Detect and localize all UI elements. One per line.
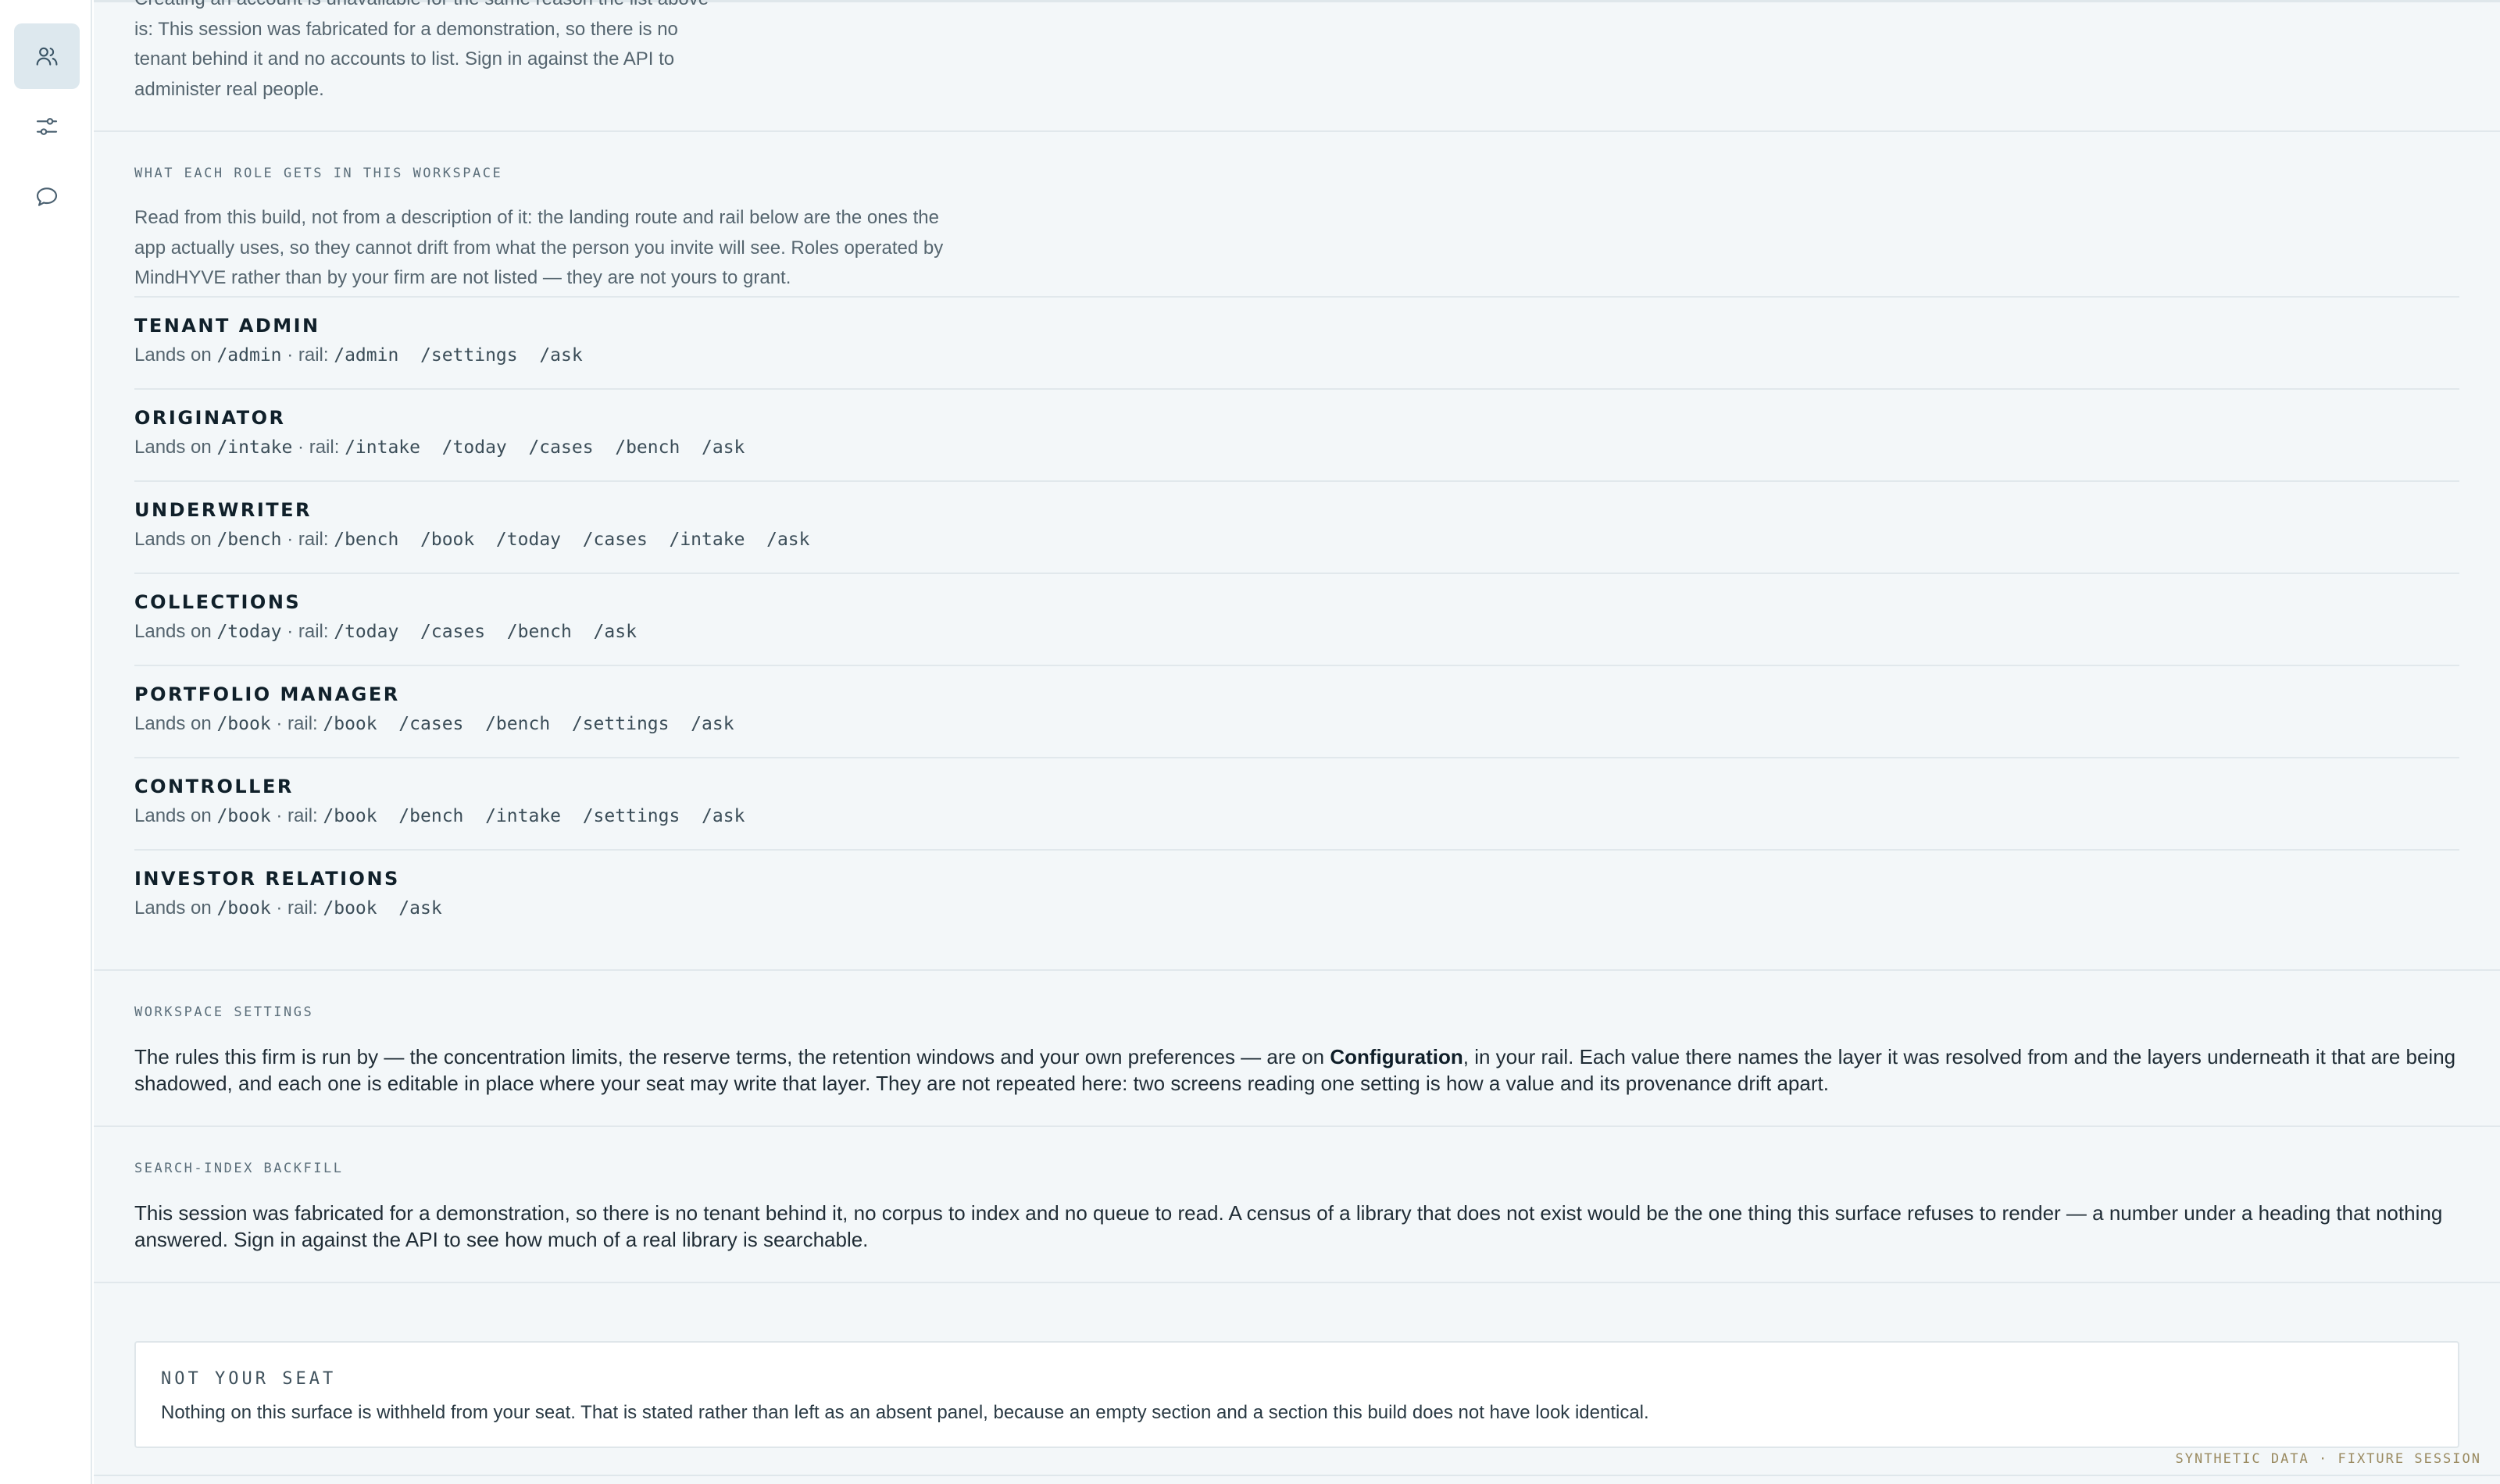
role-rail-routes: /book /cases /bench /settings /ask — [323, 714, 734, 734]
sliders-icon — [36, 118, 58, 135]
users-icon — [36, 47, 58, 66]
workspace-settings-heading: WORKSPACE SETTINGS — [134, 1004, 314, 1020]
rail-configuration-button[interactable] — [14, 94, 80, 159]
role-rail-routes: /intake /today /cases /bench /ask — [345, 437, 745, 458]
role-detail: Lands on /intake · rail: /intake /today … — [134, 437, 745, 458]
not-your-seat-card: NOT YOUR SEAT Nothing on this surface is… — [134, 1341, 2459, 1448]
role-name: INVESTOR RELATIONS — [134, 868, 400, 890]
navigation-rail — [0, 0, 92, 1484]
role-name: ORIGINATOR — [134, 407, 286, 429]
role-name: TENANT ADMIN — [134, 315, 320, 337]
search-backfill-heading: SEARCH-INDEX BACKFILL — [134, 1161, 344, 1176]
role-rail-routes: /bench /book /today /cases /intake /ask — [334, 530, 810, 550]
rail-ask-button[interactable] — [14, 164, 80, 230]
account-notice-text: Creating an account is unavailable for t… — [134, 0, 709, 100]
account-notice-section: Creating an account is unavailable for t… — [94, 0, 2500, 132]
search-backfill-section: SEARCH-INDEX BACKFILL This session was f… — [94, 1127, 2500, 1283]
not-your-seat-title: NOT YOUR SEAT — [161, 1369, 337, 1389]
role-row: CONTROLLER Lands on /book · rail: /book /… — [134, 757, 2459, 849]
role-rail-routes: /book /ask — [323, 898, 442, 919]
search-backfill-text: This session was fabricated for a demons… — [134, 1201, 2443, 1251]
role-name: CONTROLLER — [134, 776, 294, 797]
role-landing-route: /book — [216, 806, 271, 826]
role-landing-route: /book — [216, 714, 271, 734]
role-landing-route: /admin — [216, 345, 282, 366]
roles-intro: Read from this build, not from a descrip… — [134, 207, 944, 288]
role-detail: Lands on /book · rail: /book /ask — [134, 897, 442, 919]
role-landing-route: /today — [216, 622, 282, 642]
role-row: UNDERWRITER Lands on /bench · rail: /benc… — [134, 480, 2459, 573]
bottom-divider — [94, 1475, 2500, 1476]
role-landing-route: /bench — [216, 530, 282, 550]
role-landing-route: /book — [216, 898, 271, 919]
roles-section: WHAT EACH ROLE GETS IN THIS WORKSPACE Re… — [94, 132, 2500, 971]
workspace-settings-section: WORKSPACE SETTINGS The rules this firm i… — [94, 971, 2500, 1127]
role-detail: Lands on /bench · rail: /bench /book /to… — [134, 529, 810, 550]
synthetic-data-tag: SYNTHETIC DATA · FIXTURE SESSION — [2175, 1451, 2481, 1467]
role-row: COLLECTIONS Lands on /today · rail: /toda… — [134, 573, 2459, 665]
chat-bubble-icon — [36, 187, 58, 206]
roles-heading: WHAT EACH ROLE GETS IN THIS WORKSPACE — [134, 166, 503, 181]
role-detail: Lands on /admin · rail: /admin /settings… — [134, 344, 583, 366]
role-row: ORIGINATOR Lands on /intake · rail: /inta… — [134, 388, 2459, 480]
role-row: INVESTOR RELATIONS Lands on /book · rail:… — [134, 849, 2459, 941]
app-window: Creating an account is unavailable for t… — [0, 0, 2500, 1484]
configuration-link[interactable]: Configuration — [1330, 1045, 1462, 1068]
workspace-settings-text: The rules this firm is run by — the conc… — [134, 1045, 2456, 1095]
role-row: TENANT ADMIN Lands on /admin · rail: /adm… — [134, 296, 2459, 388]
role-landing-route: /intake — [216, 437, 293, 458]
role-rail-routes: /book /bench /intake /settings /ask — [323, 806, 745, 826]
role-rail-routes: /today /cases /bench /ask — [334, 622, 637, 642]
role-rail-routes: /admin /settings /ask — [334, 345, 583, 366]
role-name: UNDERWRITER — [134, 499, 312, 521]
not-your-seat-text: Nothing on this surface is withheld from… — [161, 1402, 1649, 1423]
role-detail: Lands on /book · rail: /book /bench /int… — [134, 805, 745, 826]
main-content: Creating an account is unavailable for t… — [94, 0, 2500, 1484]
role-name: COLLECTIONS — [134, 591, 302, 613]
role-name: PORTFOLIO MANAGER — [134, 683, 400, 705]
role-detail: Lands on /today · rail: /today /cases /b… — [134, 621, 637, 642]
role-detail: Lands on /book · rail: /book /cases /ben… — [134, 713, 734, 734]
rail-users-button[interactable] — [14, 23, 80, 89]
role-row: PORTFOLIO MANAGER Lands on /book · rail: … — [134, 665, 2459, 757]
